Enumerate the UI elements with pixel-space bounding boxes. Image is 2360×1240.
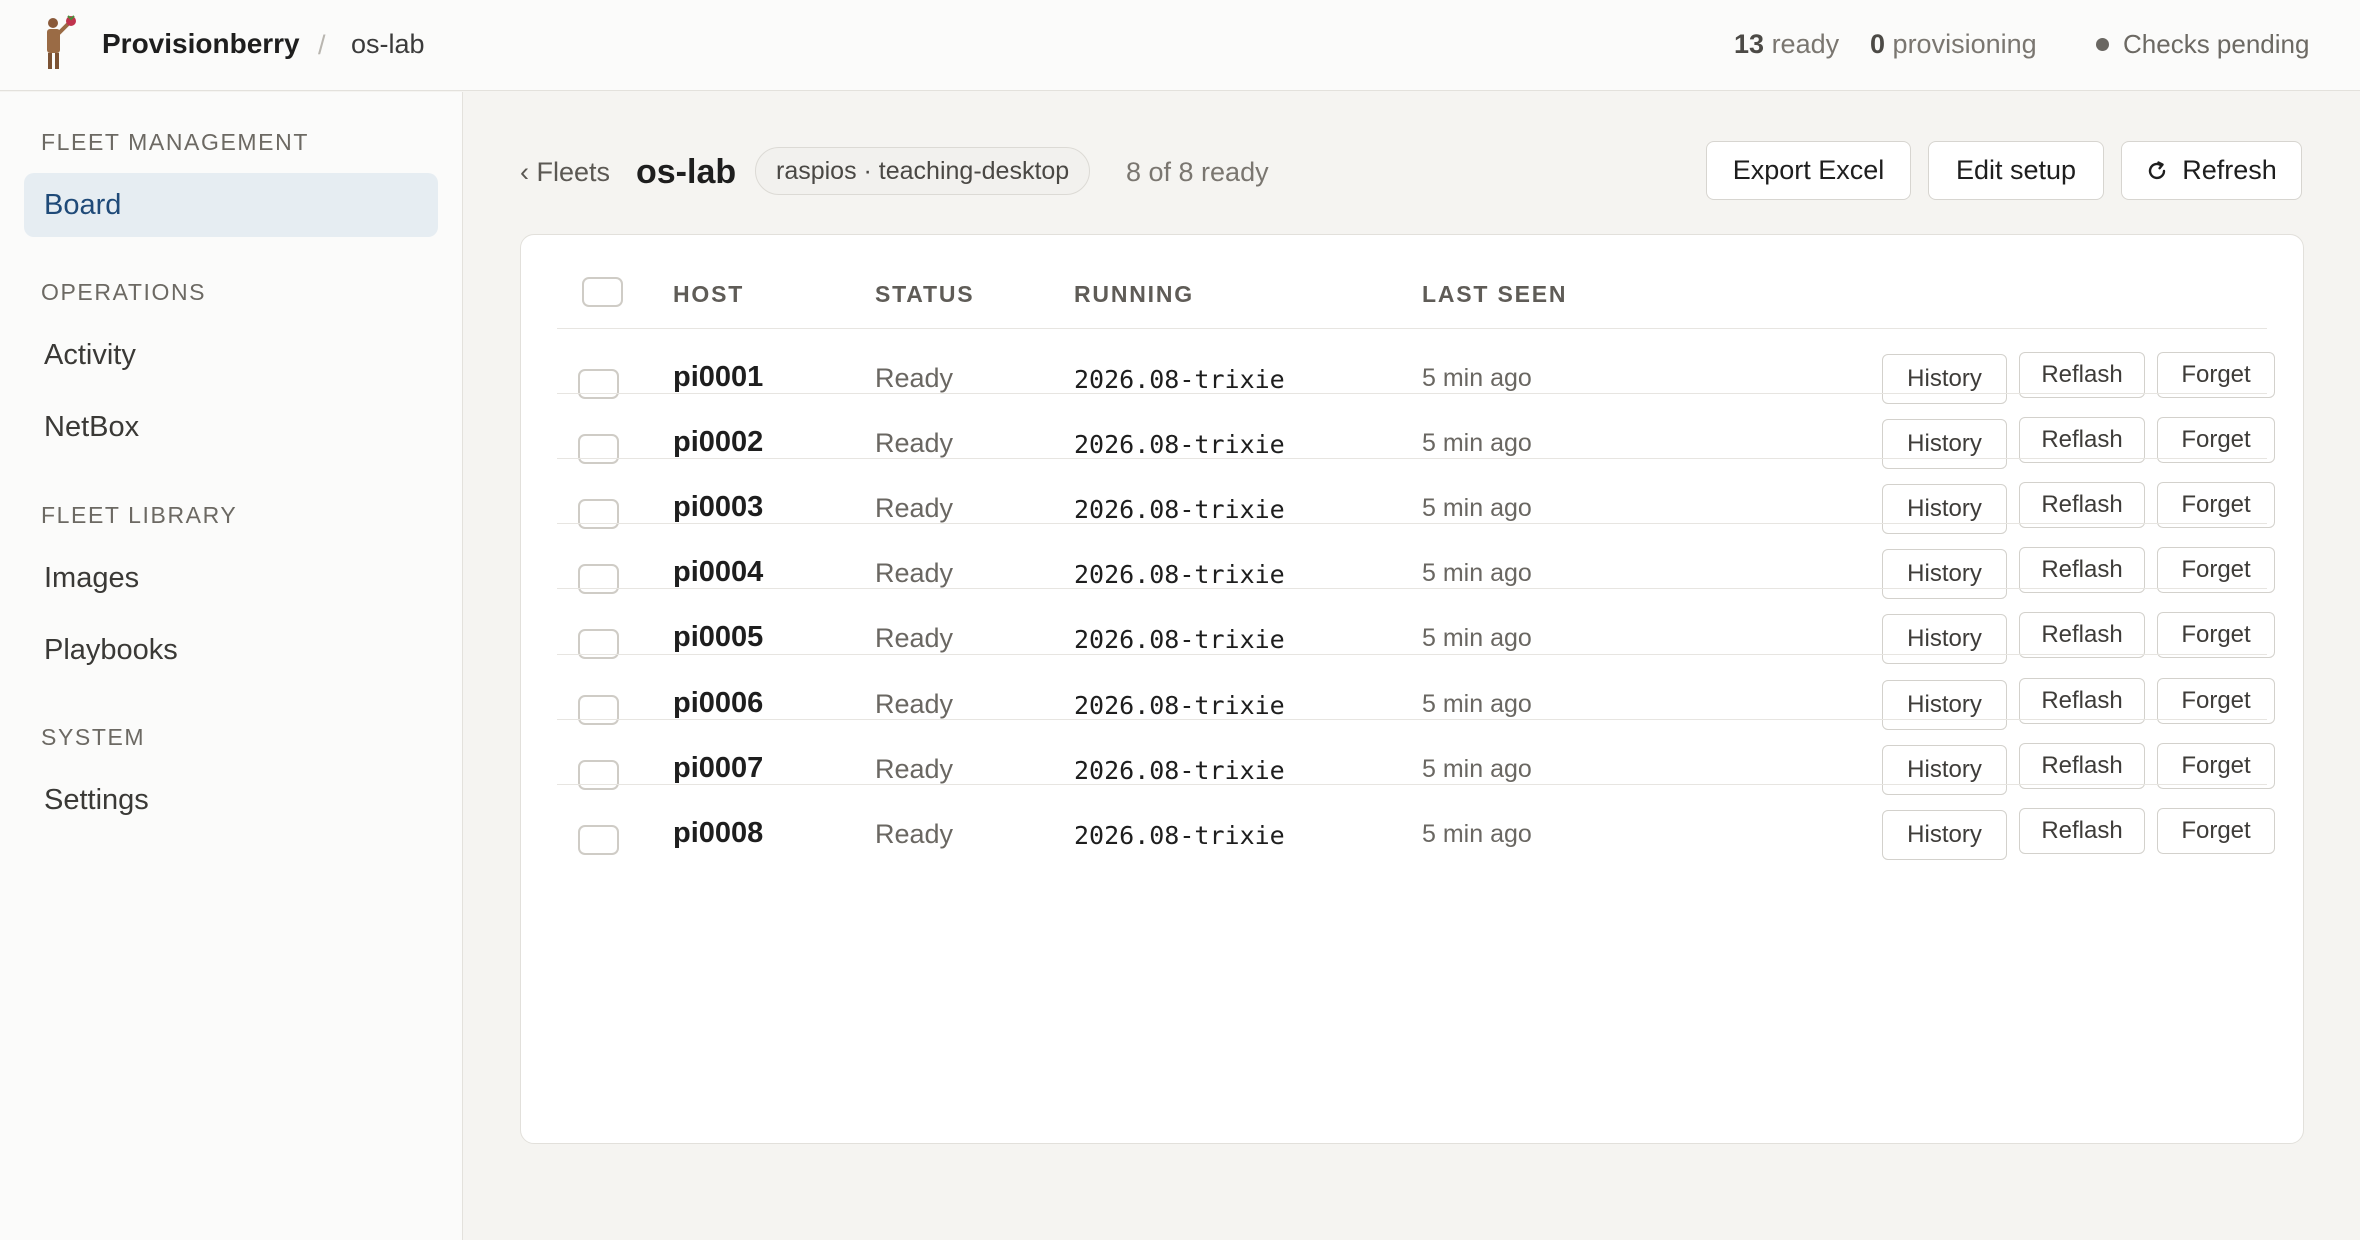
forget-button[interactable]: Forget (2157, 807, 2275, 854)
host-name[interactable]: pi0006 (673, 687, 763, 720)
ready-stat-count: 13 (1734, 29, 1765, 59)
host-running-version: 2026.08-trixie (1074, 560, 1285, 590)
breadcrumb-current-fleet: os-lab (351, 29, 425, 59)
host-status: Ready (875, 818, 954, 849)
forget-button[interactable]: Forget (2157, 612, 2275, 659)
host-status: Ready (875, 558, 954, 589)
reflash-button[interactable]: Reflash (2019, 742, 2145, 789)
reflash-button[interactable]: Reflash (2019, 807, 2145, 854)
host-last-seen: 5 min ago (1422, 494, 1532, 523)
page-title: os-lab (636, 153, 737, 191)
forget-button[interactable]: Forget (2157, 547, 2275, 594)
column-header-last-seen: LAST SEEN (1422, 281, 1568, 307)
host-status: Ready (875, 493, 954, 524)
sidebar-item-playbooks[interactable]: Playbooks (24, 618, 438, 682)
host-name[interactable]: pi0008 (673, 817, 763, 850)
host-name[interactable]: pi0005 (673, 621, 763, 654)
hosts-table: HOST STATUS RUNNING LAST SEEN pi0001 Rea… (520, 234, 2304, 1144)
forget-button[interactable]: Forget (2157, 352, 2275, 398)
table-row: pi0008 Ready 2026.08-trixie 5 min ago Hi… (557, 783, 2275, 882)
sidebar-section-system: SYSTEM (41, 724, 146, 750)
host-status: Ready (875, 363, 954, 393)
checks-status-label: Checks pending (2123, 29, 2310, 59)
sidebar-section-fleet-management: FLEET MANAGEMENT (41, 129, 309, 155)
ready-summary: 8 of 8 ready (1126, 157, 1269, 187)
host-status: Ready (875, 623, 954, 654)
provisioning-stat-count: 0 (1870, 29, 1886, 59)
host-name[interactable]: pi0007 (673, 752, 763, 785)
host-running-version: 2026.08-trixie (1074, 755, 1285, 785)
host-running-version: 2026.08-trixie (1074, 365, 1285, 394)
edit-setup-button[interactable]: Edit setup (1928, 141, 2104, 200)
export-excel-button[interactable]: Export Excel (1706, 141, 1911, 200)
provisioning-stat: 0 provisioning (1870, 29, 2037, 60)
reflash-button[interactable]: Reflash (2019, 677, 2145, 724)
sidebar-item-images[interactable]: Images (24, 546, 438, 610)
sidebar-section-operations: OPERATIONS (41, 279, 207, 305)
reflash-button[interactable]: Reflash (2019, 482, 2145, 529)
host-last-seen: 5 min ago (1422, 429, 1532, 458)
sidebar-section-fleet-library: FLEET LIBRARY (41, 502, 238, 528)
row-checkbox[interactable] (578, 824, 619, 855)
sidebar-item-netbox[interactable]: NetBox (24, 395, 438, 459)
host-running-version: 2026.08-trixie (1074, 495, 1285, 525)
refresh-button-label: Refresh (2182, 155, 2277, 185)
host-last-seen: 5 min ago (1422, 819, 1532, 848)
host-last-seen: 5 min ago (1422, 364, 1532, 392)
raspberry-mascot-icon[interactable] (38, 15, 78, 71)
forget-button[interactable]: Forget (2157, 417, 2275, 464)
host-running-version: 2026.08-trixie (1074, 690, 1285, 720)
ready-stat-label: ready (1771, 29, 1840, 59)
column-header-host: HOST (673, 281, 745, 307)
brand-name[interactable]: Provisionberry (102, 28, 300, 60)
host-last-seen: 5 min ago (1422, 754, 1532, 783)
host-name[interactable]: pi0003 (673, 491, 763, 524)
host-last-seen: 5 min ago (1422, 689, 1532, 718)
host-name[interactable]: pi0002 (673, 426, 763, 459)
host-status: Ready (875, 753, 954, 784)
status-dot-icon (2096, 38, 2109, 51)
reflash-button[interactable]: Reflash (2019, 352, 2145, 398)
sidebar-item-board[interactable]: Board (24, 173, 438, 237)
forget-button[interactable]: Forget (2157, 482, 2275, 529)
host-status: Ready (875, 428, 954, 459)
image-profile-chip: raspios · teaching-desktop (755, 147, 1091, 195)
reflash-button[interactable]: Reflash (2019, 612, 2145, 659)
back-to-fleets-link[interactable]: ‹ Fleets (520, 157, 610, 188)
host-name[interactable]: pi0001 (673, 361, 763, 394)
host-name[interactable]: pi0004 (673, 556, 763, 589)
host-last-seen: 5 min ago (1422, 624, 1532, 653)
checks-status: Checks pending (2096, 29, 2309, 60)
host-last-seen: 5 min ago (1422, 559, 1532, 588)
top-bar: Provisionberry / os-lab 13 ready 0 provi… (0, 0, 2360, 91)
forget-button[interactable]: Forget (2157, 677, 2275, 724)
breadcrumb-separator: / (318, 30, 326, 60)
reflash-button[interactable]: Reflash (2019, 547, 2145, 594)
column-header-status: STATUS (875, 281, 975, 307)
sidebar-item-activity[interactable]: Activity (24, 323, 438, 387)
reflash-button[interactable]: Reflash (2019, 417, 2145, 464)
host-running-version: 2026.08-trixie (1074, 430, 1285, 460)
provisioning-stat-label: provisioning (1892, 29, 2037, 59)
sidebar: FLEET MANAGEMENT Board OPERATIONS Activi… (0, 92, 463, 1240)
column-header-running: RUNNING (1074, 281, 1194, 307)
forget-button[interactable]: Forget (2157, 742, 2275, 789)
ready-stat: 13 ready (1734, 29, 1839, 60)
sidebar-item-settings[interactable]: Settings (24, 768, 438, 832)
history-button[interactable]: History (1882, 809, 2007, 860)
host-running-version: 2026.08-trixie (1074, 625, 1285, 655)
refresh-button[interactable]: Refresh (2121, 141, 2302, 200)
refresh-icon (2149, 160, 2166, 179)
host-status: Ready (875, 688, 954, 719)
select-all-checkbox[interactable] (582, 277, 623, 307)
host-running-version: 2026.08-trixie (1074, 820, 1285, 850)
